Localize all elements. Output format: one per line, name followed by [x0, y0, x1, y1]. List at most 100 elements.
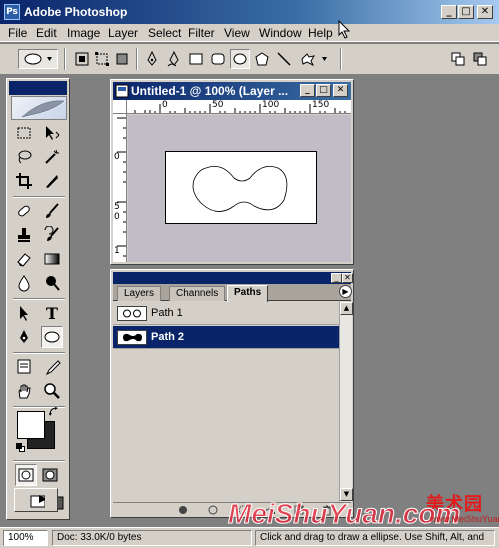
menu-edit[interactable]: Edit — [36, 26, 57, 40]
combine-add-button[interactable] — [448, 49, 468, 69]
fill-path-button[interactable] — [177, 504, 189, 516]
horizontal-ruler[interactable]: 0 50 100 150 — [127, 100, 351, 114]
pen-tool[interactable] — [13, 326, 35, 348]
polygon-button[interactable] — [252, 49, 272, 69]
menu-filter[interactable]: Filter — [188, 26, 215, 40]
pen-tool-button[interactable] — [142, 49, 162, 69]
menu-layer[interactable]: Layer — [108, 26, 138, 40]
brush-tool[interactable] — [41, 200, 63, 222]
custom-shape-icon — [301, 53, 327, 66]
tab-paths[interactable]: Paths — [227, 285, 269, 302]
mouse-cursor-icon — [338, 20, 351, 39]
toolbox-grip[interactable] — [9, 81, 67, 95]
imageready-icon — [30, 495, 45, 508]
paths-list: Path 1 Path 2 — [113, 302, 339, 482]
svg-text:T: T — [46, 304, 58, 322]
document-title: Untitled-1 @ 100% (Layer ... — [131, 84, 289, 98]
rounded-rectangle-icon — [211, 53, 225, 65]
history-brush-tool[interactable] — [41, 224, 63, 246]
lasso-tool[interactable] — [13, 146, 35, 168]
slice-tool[interactable] — [41, 170, 63, 192]
document-titlebar[interactable]: Untitled-1 @ 100% (Layer ... _ □ ✕ — [113, 82, 351, 100]
zoom-tool[interactable] — [41, 380, 63, 402]
ruler-label-50: 50 — [212, 100, 224, 110]
close-button[interactable]: ✕ — [477, 5, 493, 19]
freeform-pen-icon — [167, 51, 179, 67]
menu-window[interactable]: Window — [259, 26, 302, 40]
type-tool[interactable]: T — [41, 302, 63, 324]
hand-tool[interactable] — [13, 380, 35, 402]
eyedropper-tool[interactable] — [41, 356, 63, 378]
palette-close-button[interactable]: ✕ — [342, 273, 353, 283]
ruler-label-150: 150 — [312, 100, 330, 110]
fill-pixels-button[interactable] — [112, 49, 132, 69]
tool-preset-picker[interactable] — [18, 49, 58, 69]
blur-tool[interactable] — [13, 272, 35, 294]
maximize-button[interactable]: □ — [458, 5, 474, 19]
shape-layers-icon — [75, 52, 89, 66]
custom-shape-button[interactable] — [298, 49, 332, 69]
swap-colors-icon[interactable] — [49, 407, 59, 417]
freeform-pen-button[interactable] — [164, 49, 184, 69]
shape-tool[interactable] — [41, 326, 63, 348]
palette-minimize-button[interactable]: _ — [331, 273, 342, 283]
clone-stamp-tool[interactable] — [13, 224, 35, 246]
foreground-color-swatch[interactable] — [17, 411, 45, 439]
palette-menu-button[interactable]: ▶ — [339, 285, 352, 298]
palette-titlebar[interactable]: _ ✕ — [113, 272, 353, 284]
ruler-corner[interactable] — [113, 100, 127, 114]
combine-subtract-button[interactable] — [470, 49, 490, 69]
magic-wand-tool[interactable] — [41, 146, 63, 168]
healing-brush-tool[interactable] — [13, 200, 35, 222]
path-selection-tool[interactable] — [13, 302, 35, 324]
menu-view[interactable]: View — [224, 26, 250, 40]
document-icon — [115, 84, 129, 98]
menu-select[interactable]: Select — [148, 26, 181, 40]
dodge-tool[interactable] — [41, 272, 63, 294]
crop-tool[interactable] — [13, 170, 35, 192]
menu-help[interactable]: Help — [308, 26, 333, 40]
line-button[interactable] — [274, 49, 294, 69]
minimize-button[interactable]: _ — [441, 5, 457, 19]
standard-mode-button[interactable] — [15, 464, 37, 486]
paths-scrollbar[interactable]: ▲ ▼ — [339, 302, 353, 502]
document-close-button[interactable]: ✕ — [333, 84, 348, 97]
tab-layers[interactable]: Layers — [117, 286, 162, 301]
document-maximize-button[interactable]: □ — [316, 84, 331, 97]
rectangle-button[interactable] — [186, 49, 206, 69]
gradient-tool[interactable] — [41, 248, 63, 270]
scroll-up-arrow[interactable]: ▲ — [340, 302, 353, 315]
path-row-2[interactable]: Path 2 — [113, 326, 339, 349]
jump-to-imageready-button[interactable] — [14, 488, 58, 512]
ellipse-button[interactable] — [230, 49, 250, 69]
tab-channels[interactable]: Channels — [169, 286, 226, 301]
crop-icon — [16, 173, 32, 189]
canvas-area[interactable] — [128, 115, 351, 262]
shape-layers-button[interactable] — [72, 49, 92, 69]
marquee-tool[interactable] — [13, 122, 35, 144]
rounded-rectangle-button[interactable] — [208, 49, 228, 69]
menu-file[interactable]: File — [8, 26, 27, 40]
adobe-feather-logo[interactable] — [11, 96, 67, 120]
status-bar: 100% Doc: 33.0K/0 bytes Click and drag t… — [0, 527, 499, 548]
eraser-tool[interactable] — [13, 248, 35, 270]
hand-icon — [18, 384, 31, 399]
menu-image[interactable]: Image — [67, 26, 100, 40]
stroke-path-button[interactable] — [207, 504, 219, 516]
move-tool[interactable] — [41, 122, 63, 144]
document-minimize-button[interactable]: _ — [300, 84, 315, 97]
options-bar — [0, 43, 499, 75]
vertical-ruler[interactable]: 0 5 0 1 — [113, 114, 127, 262]
zoom-level-field[interactable]: 100% — [3, 530, 48, 546]
document-info[interactable]: Doc: 33.0K/0 bytes — [52, 530, 252, 546]
notes-icon — [17, 359, 31, 374]
quick-mask-button[interactable] — [39, 464, 61, 486]
default-colors-icon[interactable] — [16, 443, 25, 452]
ruler-label-100: 100 — [262, 100, 280, 110]
paths-button[interactable] — [92, 49, 112, 69]
path-row-1[interactable]: Path 1 — [113, 302, 339, 325]
canvas[interactable] — [165, 151, 317, 224]
polygon-icon — [255, 52, 269, 66]
bandage-icon — [18, 205, 30, 217]
notes-tool[interactable] — [13, 356, 35, 378]
